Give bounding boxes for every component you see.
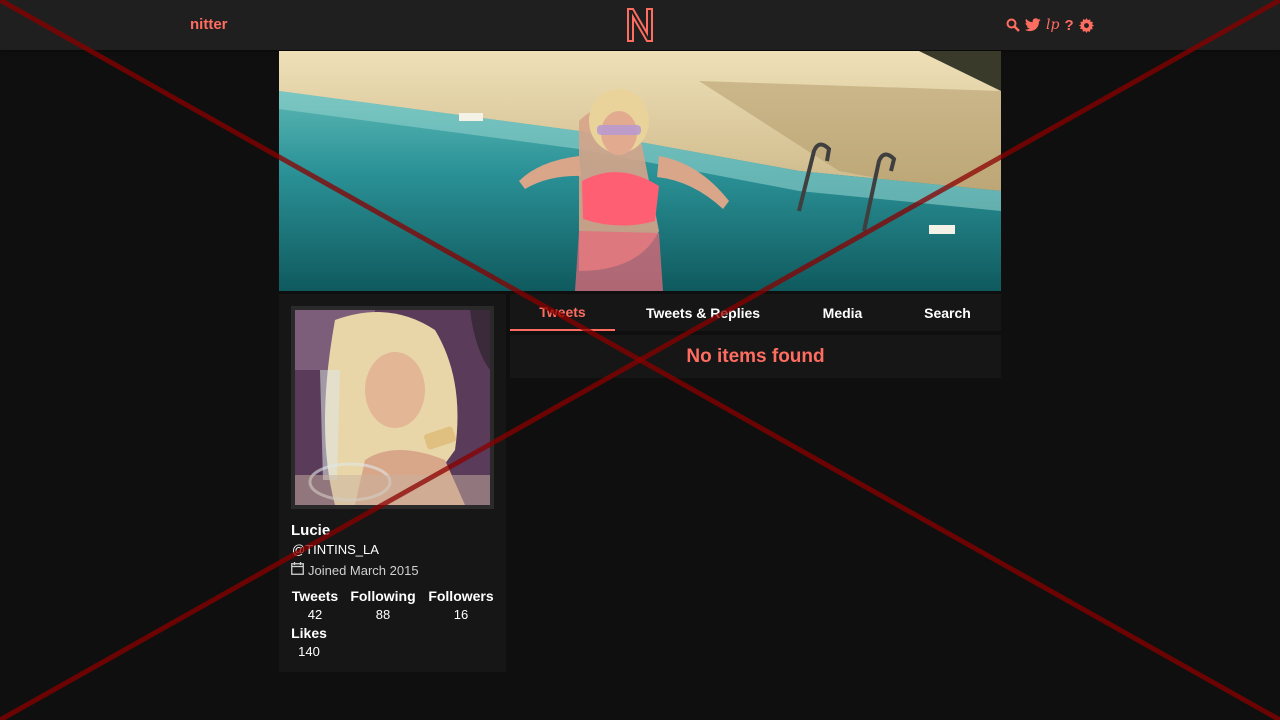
- gear-icon[interactable]: [1078, 16, 1094, 34]
- joined-text: Joined March 2015: [308, 562, 419, 578]
- stat-followers-value: 16: [453, 607, 469, 622]
- timeline-empty-message: No items found: [510, 335, 1001, 378]
- help-icon[interactable]: ?: [1064, 16, 1073, 34]
- timeline-tabs: Tweets Tweets & Replies Media Search: [510, 294, 1001, 331]
- lp-icon[interactable]: lp: [1046, 16, 1059, 34]
- stat-tweets: Tweets 42: [291, 588, 339, 622]
- stat-tweets-label: Tweets: [291, 588, 339, 604]
- calendar-icon: [291, 562, 304, 578]
- stat-tweets-value: 42: [307, 607, 323, 622]
- stat-following-value: 88: [375, 607, 391, 622]
- nitter-logo[interactable]: [625, 7, 655, 43]
- search-icon[interactable]: [1006, 16, 1020, 34]
- stat-likes-value: 140: [298, 644, 320, 659]
- profile-banner[interactable]: [279, 51, 1001, 291]
- nav-icons: lp ?: [1006, 16, 1094, 34]
- profile-username[interactable]: @TINTINS_LA: [292, 542, 379, 557]
- stat-likes-label: Likes: [291, 625, 327, 641]
- profile-fullname[interactable]: Lucie: [291, 522, 330, 539]
- profile-card: Lucie @TINTINS_LA Joined March 2015 Twee…: [279, 294, 506, 672]
- tab-media[interactable]: Media: [810, 294, 875, 331]
- stat-followers: Followers 16: [427, 588, 495, 622]
- brand-link[interactable]: nitter: [190, 16, 228, 33]
- stat-following-label: Following: [350, 588, 416, 604]
- profile-avatar[interactable]: [291, 306, 494, 509]
- tab-tweets[interactable]: Tweets: [510, 294, 615, 331]
- tab-tweets-replies[interactable]: Tweets & Replies: [638, 294, 768, 331]
- stat-followers-label: Followers: [428, 588, 494, 604]
- navbar: nitter lp ?: [0, 0, 1280, 50]
- stat-following: Following 88: [349, 588, 417, 622]
- profile-joined-date: Joined March 2015: [291, 562, 419, 578]
- tab-search[interactable]: Search: [910, 294, 985, 331]
- twitter-bird-icon[interactable]: [1025, 16, 1041, 34]
- stat-likes: Likes 140: [289, 625, 329, 659]
